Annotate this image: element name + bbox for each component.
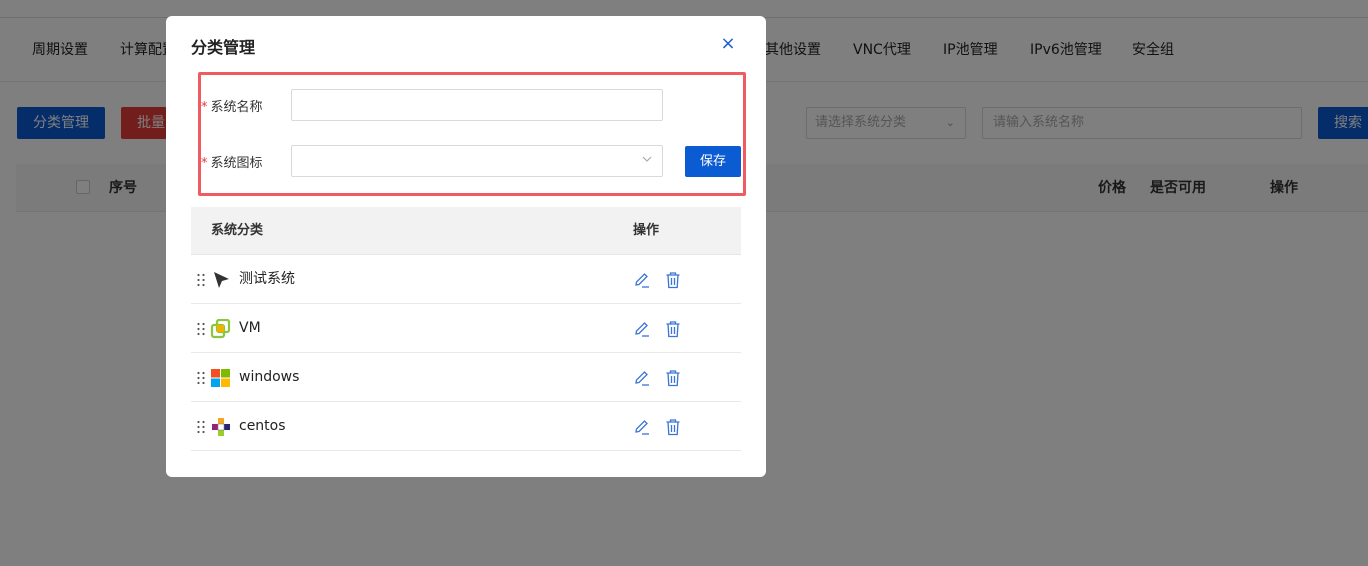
vmware-icon: [210, 319, 231, 339]
drag-handle-icon[interactable]: [196, 322, 206, 336]
drag-handle-icon[interactable]: [196, 420, 206, 434]
header-category: 系统分类: [211, 223, 264, 238]
category-table-header: 系统分类 操作: [191, 207, 741, 255]
system-name-input[interactable]: [291, 89, 663, 121]
close-icon[interactable]: ×: [718, 34, 738, 54]
delete-icon[interactable]: [665, 320, 681, 338]
header-actions: 操作: [633, 223, 660, 238]
system-name-label: * 系统名称: [201, 96, 263, 115]
category-name: VM: [239, 320, 261, 336]
required-mark: *: [201, 100, 208, 115]
category-name: 测试系统: [239, 271, 295, 287]
delete-icon[interactable]: [665, 271, 681, 289]
table-row: VM: [191, 304, 741, 353]
modal-title: 分类管理: [191, 38, 256, 57]
system-icon-label: * 系统图标: [201, 152, 263, 171]
edit-icon[interactable]: [633, 369, 651, 387]
table-row: centos: [191, 402, 741, 451]
drag-handle-icon[interactable]: [196, 371, 206, 385]
delete-icon[interactable]: [665, 369, 681, 387]
drag-handle-icon[interactable]: [196, 273, 206, 287]
category-table: 系统分类 操作 测试系统 VM windows centos: [191, 207, 741, 451]
edit-icon[interactable]: [633, 418, 651, 436]
chevron-down-icon: [642, 156, 652, 162]
required-mark: *: [201, 156, 208, 171]
category-name: windows: [239, 369, 300, 385]
delete-icon[interactable]: [665, 418, 681, 436]
system-icon-select[interactable]: [291, 145, 663, 177]
table-row: windows: [191, 353, 741, 402]
centos-icon: [212, 418, 230, 436]
save-button[interactable]: 保存: [685, 146, 741, 177]
windows-icon: [211, 369, 230, 387]
edit-icon[interactable]: [633, 320, 651, 338]
system-icon-label-text: 系统图标: [210, 156, 263, 171]
table-row: 测试系统: [191, 255, 741, 304]
category-manage-modal: 分类管理 × * 系统名称 * 系统图标 保存 系统分类 操作 测试系统 VM …: [166, 16, 766, 477]
edit-icon[interactable]: [633, 271, 651, 289]
system-name-label-text: 系统名称: [210, 100, 263, 115]
category-name: centos: [239, 418, 286, 434]
cursor-arrow-icon: [214, 272, 229, 288]
